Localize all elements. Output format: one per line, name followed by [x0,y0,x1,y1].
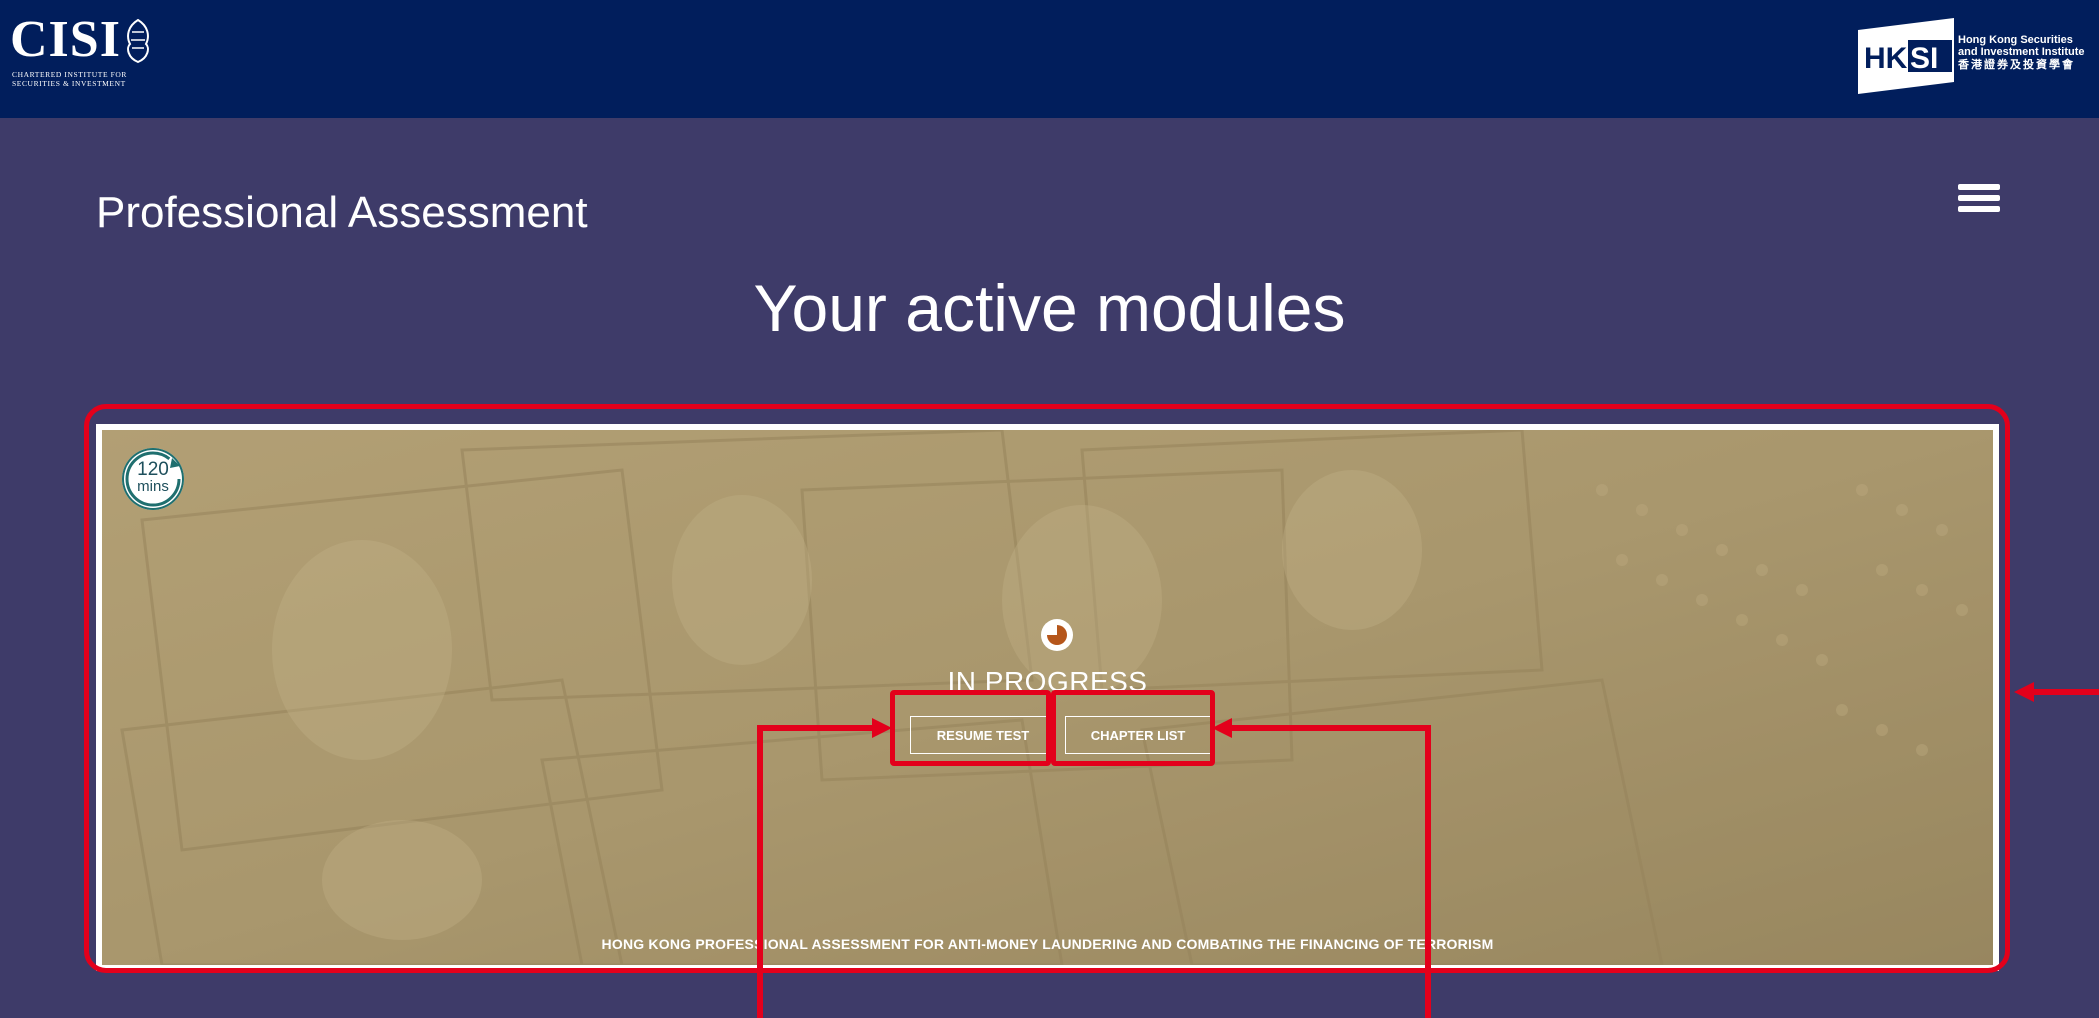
arrowhead-icon [1212,718,1232,738]
annotation-arrows [757,682,2099,1018]
arrowhead-icon [872,718,892,738]
resume-arrow-line [757,725,875,1018]
chapter-arrow-line [1230,725,1431,1018]
arrowhead-icon [2014,682,2034,702]
